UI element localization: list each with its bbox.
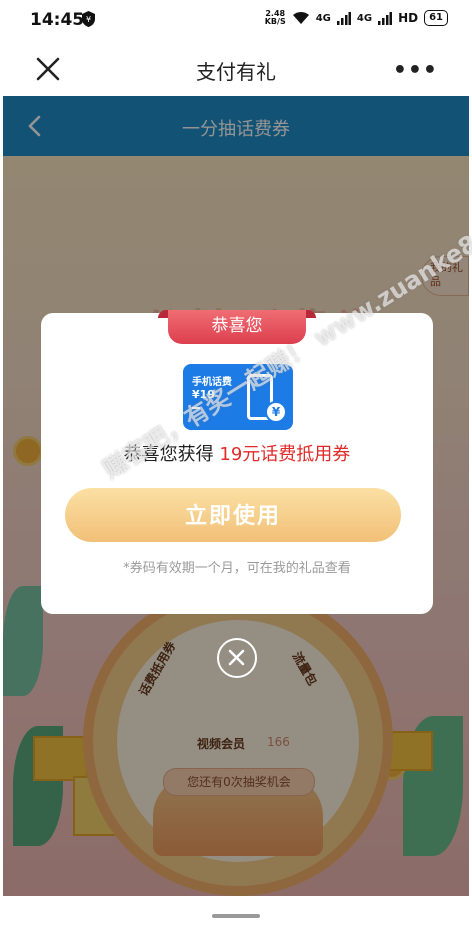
net-speed: 2.48 KB/S [265,10,286,26]
status-bar: 14:45 ¥ 2.48 KB/S 4G 4G HD 61 [0,0,472,40]
svg-text:¥: ¥ [86,15,91,24]
use-now-button[interactable]: 立即使用 [65,488,401,542]
more-icon[interactable]: ••• [393,58,438,83]
status-right: 2.48 KB/S 4G 4G HD 61 [265,10,448,26]
validity-note: *券码有效期一个月，可在我的礼品查看 [123,561,351,576]
win-highlight: 19元话费抵用券 [219,444,351,465]
yen-coin-icon: ¥ [265,401,287,423]
close-x-icon [228,649,245,666]
wifi-icon [292,12,309,24]
signal-bars-icon-2 [378,11,393,25]
system-nav-bar [0,896,472,937]
signal-label-2: 4G [356,12,373,24]
app-header: 支付有礼 ••• [0,40,472,96]
net-speed-unit: KB/S [264,17,286,26]
home-indicator[interactable] [212,914,260,918]
signal-bars-icon [336,11,351,25]
battery-indicator: 61 [424,10,448,26]
status-time: 14:45 [30,10,85,30]
hd-badge: HD [398,11,419,25]
shield-icon: ¥ [82,11,95,27]
close-circle-icon[interactable] [217,638,257,678]
signal-label-1: 4G [315,12,331,24]
